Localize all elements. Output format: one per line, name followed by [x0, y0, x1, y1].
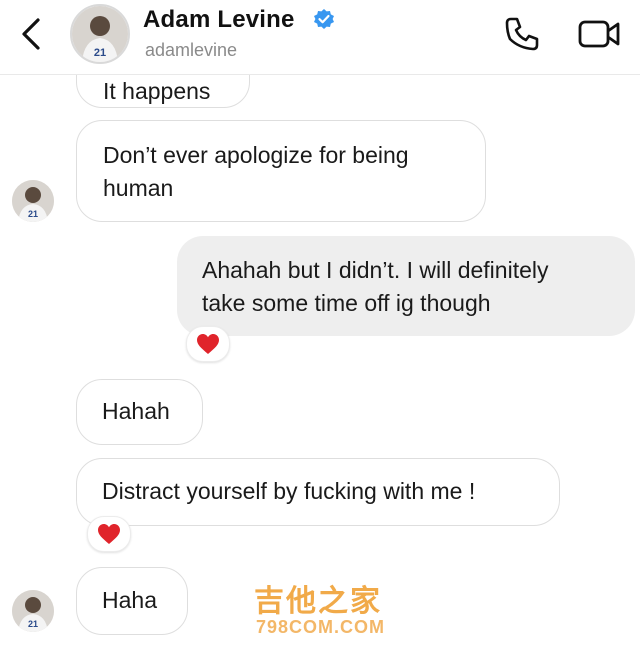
contact-handle: adamlevine	[145, 40, 238, 60]
avatar-photo-icon: 21	[12, 180, 54, 222]
watermark-title: 吉他之家	[254, 585, 382, 618]
svg-text:21: 21	[94, 47, 106, 59]
message-text: Distract yourself by fucking with me !	[102, 478, 476, 504]
avatar-photo-icon: 21	[72, 6, 128, 62]
message-text: Hahah	[102, 398, 170, 424]
svg-text:21: 21	[28, 619, 38, 629]
profile-avatar[interactable]: 21	[70, 4, 130, 64]
sender-avatar[interactable]: 21	[12, 180, 54, 222]
message-text: It happens	[103, 78, 211, 104]
message-bubble-incoming[interactable]: Don’t ever apologize for being human	[76, 120, 486, 222]
message-text-line: human	[103, 175, 174, 201]
message-bubble-incoming[interactable]: Distract yourself by fucking with me !	[76, 458, 560, 526]
avatar-photo-icon: 21	[12, 590, 54, 632]
message-text-line: Ahahah but I didn’t. I will definitely	[202, 257, 549, 283]
message-bubble-outgoing[interactable]: Ahahah but I didn’t. I will definitely t…	[177, 236, 635, 336]
watermark-url: 798COM.COM	[256, 617, 386, 637]
heart-reaction[interactable]	[87, 516, 131, 552]
message-text-line: take some time off ig though	[202, 290, 491, 316]
svg-text:21: 21	[28, 209, 38, 219]
heart-reaction[interactable]	[186, 326, 230, 362]
heart-icon	[98, 524, 120, 544]
message-bubble-incoming[interactable]: Haha	[76, 567, 188, 635]
message-text: Haha	[102, 587, 157, 613]
contact-name[interactable]: Adam Levine	[143, 6, 295, 34]
message-bubble-incoming[interactable]: Hahah	[76, 379, 203, 445]
chat-header: 21 Adam Levine adamlevine	[0, 0, 640, 75]
verified-badge-icon	[314, 9, 334, 29]
phone-call-icon[interactable]	[502, 14, 542, 54]
video-call-icon[interactable]	[576, 14, 624, 54]
message-text-line: Don’t ever apologize for being	[103, 142, 409, 168]
sender-avatar[interactable]: 21	[12, 590, 54, 632]
heart-icon	[197, 334, 219, 354]
back-arrow-icon[interactable]	[14, 14, 48, 54]
